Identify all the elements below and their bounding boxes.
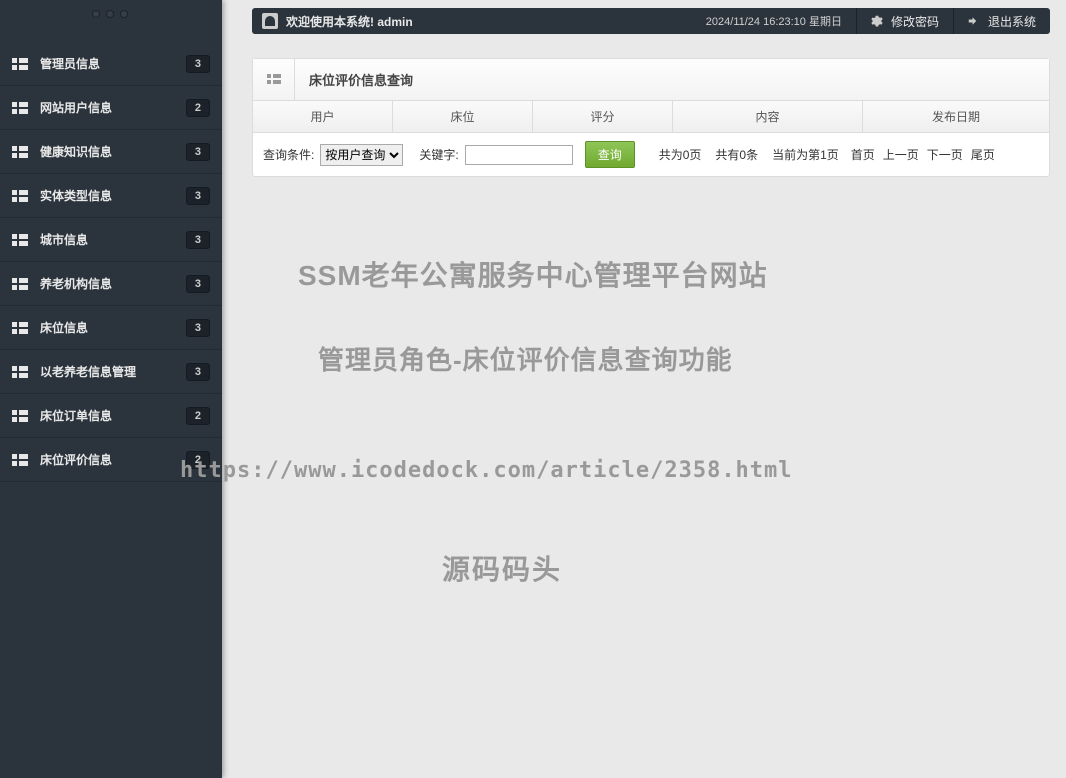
sidebar-item-orders[interactable]: 床位订单信息 2 bbox=[0, 394, 222, 438]
keyword-label: 关键字: bbox=[419, 146, 458, 163]
grid-icon bbox=[12, 190, 28, 202]
sidebar-item-institution[interactable]: 养老机构信息 3 bbox=[0, 262, 222, 306]
grid-icon bbox=[12, 366, 28, 378]
sidebar-item-label: 床位订单信息 bbox=[40, 407, 186, 424]
watermark-subtitle: 管理员角色-床位评价信息查询功能 bbox=[318, 340, 733, 377]
change-password-button[interactable]: 修改密码 bbox=[856, 8, 953, 34]
logout-icon bbox=[968, 15, 980, 27]
sidebar-item-label: 床位信息 bbox=[40, 319, 186, 336]
sidebar-item-label: 养老机构信息 bbox=[40, 275, 186, 292]
sidebar-item-label: 实体类型信息 bbox=[40, 187, 186, 204]
topbar: 欢迎使用本系统! admin 2024/11/24 16:23:10 星期日 修… bbox=[252, 8, 1050, 34]
query-panel: 床位评价信息查询 用户 床位 评分 内容 发布日期 查询条件: 按用户查询 关键… bbox=[252, 58, 1050, 177]
sidebar-item-health[interactable]: 健康知识信息 3 bbox=[0, 130, 222, 174]
grid-icon bbox=[267, 74, 281, 86]
grid-icon bbox=[12, 454, 28, 466]
sidebar-item-label: 以老养老信息管理 bbox=[40, 363, 186, 380]
th-content: 内容 bbox=[673, 101, 863, 132]
sidebar-item-city[interactable]: 城市信息 3 bbox=[0, 218, 222, 262]
change-password-label: 修改密码 bbox=[891, 13, 939, 30]
search-button[interactable]: 查询 bbox=[585, 141, 635, 168]
grid-icon bbox=[12, 58, 28, 70]
sidebar-item-reviews[interactable]: 床位评价信息 2 bbox=[0, 438, 222, 482]
panel-title: 床位评价信息查询 bbox=[295, 70, 413, 89]
table-header: 用户 床位 评分 内容 发布日期 bbox=[253, 101, 1049, 133]
grid-icon bbox=[12, 322, 28, 334]
sidebar-item-users[interactable]: 网站用户信息 2 bbox=[0, 86, 222, 130]
th-score: 评分 bbox=[533, 101, 673, 132]
sidebar-badge: 3 bbox=[186, 231, 210, 249]
grid-icon bbox=[12, 146, 28, 158]
datetime-text: 2024/11/24 16:23:10 星期日 bbox=[706, 13, 842, 29]
sidebar-badge: 2 bbox=[186, 99, 210, 117]
watermark-url: https://www.icodedock.com/article/2358.h… bbox=[180, 458, 793, 483]
sidebar-item-bed[interactable]: 床位信息 3 bbox=[0, 306, 222, 350]
sidebar: 管理员信息 3 网站用户信息 2 健康知识信息 3 实体类型信息 3 城市信息 … bbox=[0, 0, 222, 778]
logout-button[interactable]: 退出系统 bbox=[953, 8, 1050, 34]
sidebar-item-label: 网站用户信息 bbox=[40, 99, 186, 116]
sidebar-badge: 3 bbox=[186, 363, 210, 381]
sidebar-badge: 3 bbox=[186, 319, 210, 337]
sidebar-item-eldercare[interactable]: 以老养老信息管理 3 bbox=[0, 350, 222, 394]
watermark-brand: 源码码头 bbox=[442, 548, 562, 588]
sidebar-badge: 3 bbox=[186, 275, 210, 293]
window-dots bbox=[92, 10, 128, 18]
record-total: 共有0条 bbox=[715, 146, 758, 163]
sidebar-item-label: 管理员信息 bbox=[40, 55, 186, 72]
panel-icon-cell bbox=[253, 59, 295, 101]
th-date: 发布日期 bbox=[863, 101, 1049, 132]
grid-icon bbox=[12, 234, 28, 246]
sidebar-item-label: 健康知识信息 bbox=[40, 143, 186, 160]
sidebar-badge: 3 bbox=[186, 55, 210, 73]
logout-label: 退出系统 bbox=[988, 13, 1036, 30]
grid-icon bbox=[12, 102, 28, 114]
welcome-text: 欢迎使用本系统! admin bbox=[286, 13, 413, 30]
sidebar-top bbox=[0, 0, 222, 24]
grid-icon bbox=[12, 278, 28, 290]
condition-select[interactable]: 按用户查询 bbox=[320, 144, 403, 166]
panel-header: 床位评价信息查询 bbox=[253, 59, 1049, 101]
sidebar-badge: 3 bbox=[186, 187, 210, 205]
sidebar-item-label: 床位评价信息 bbox=[40, 451, 186, 468]
sidebar-badge: 3 bbox=[186, 143, 210, 161]
grid-icon bbox=[12, 410, 28, 422]
current-page: 当前为第1页 bbox=[772, 146, 839, 163]
gear-icon bbox=[871, 15, 883, 27]
keyword-input[interactable] bbox=[465, 145, 573, 165]
main-content: 床位评价信息查询 用户 床位 评分 内容 发布日期 查询条件: 按用户查询 关键… bbox=[252, 58, 1050, 177]
prev-page-link[interactable]: 上一页 bbox=[883, 146, 919, 163]
avatar-icon bbox=[262, 13, 278, 29]
th-user: 用户 bbox=[253, 101, 393, 132]
sidebar-item-admin[interactable]: 管理员信息 3 bbox=[0, 42, 222, 86]
watermark-title: SSM老年公寓服务中心管理平台网站 bbox=[298, 254, 768, 294]
sidebar-badge: 2 bbox=[186, 451, 210, 469]
page-total: 共为0页 bbox=[659, 146, 702, 163]
th-bed: 床位 bbox=[393, 101, 533, 132]
sidebar-item-label: 城市信息 bbox=[40, 231, 186, 248]
search-row: 查询条件: 按用户查询 关键字: 查询 共为0页 共有0条 当前为第1页 首页 … bbox=[253, 133, 1049, 176]
first-page-link[interactable]: 首页 bbox=[851, 146, 875, 163]
sidebar-item-entity-type[interactable]: 实体类型信息 3 bbox=[0, 174, 222, 218]
condition-label: 查询条件: bbox=[263, 146, 314, 163]
next-page-link[interactable]: 下一页 bbox=[927, 146, 963, 163]
sidebar-badge: 2 bbox=[186, 407, 210, 425]
last-page-link[interactable]: 尾页 bbox=[971, 146, 995, 163]
sidebar-items: 管理员信息 3 网站用户信息 2 健康知识信息 3 实体类型信息 3 城市信息 … bbox=[0, 42, 222, 482]
